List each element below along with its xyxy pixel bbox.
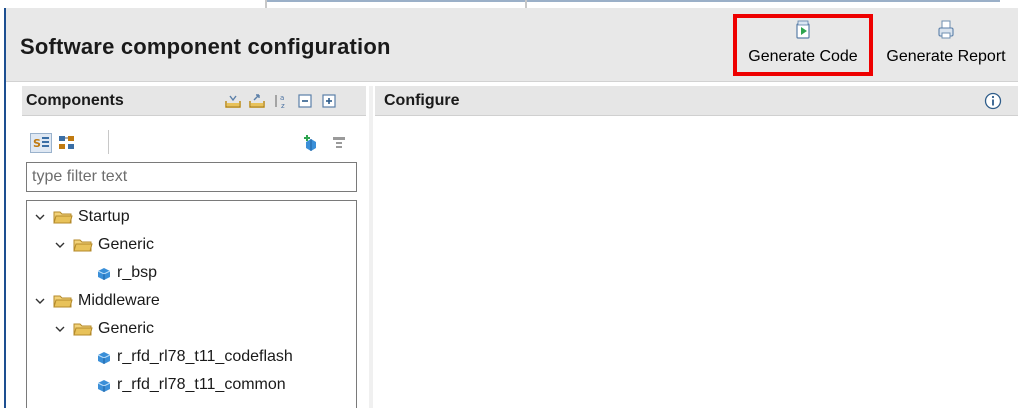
chevron-down-icon[interactable] — [33, 294, 47, 308]
svg-text:S: S — [33, 137, 41, 150]
info-icon[interactable] — [984, 92, 1002, 110]
generate-report-button[interactable]: Generate Report — [876, 14, 1016, 76]
generate-report-icon — [938, 20, 954, 39]
components-toolbar: a z — [224, 93, 338, 109]
tree-item-label: r_rfd_rl78_t11_common — [117, 376, 286, 393]
component-icon — [97, 380, 111, 392]
generate-report-label: Generate Report — [886, 48, 1006, 65]
software-view-icon[interactable]: S — [30, 133, 52, 153]
filter-input[interactable] — [26, 162, 357, 192]
components-title: Components — [26, 92, 124, 109]
folder-open-icon — [73, 323, 93, 336]
import-icon[interactable] — [224, 93, 242, 109]
folder-open-icon — [53, 211, 73, 224]
add-component-icon[interactable] — [302, 135, 320, 151]
folder-open-icon — [73, 239, 93, 252]
view-toggle-group: S — [30, 133, 78, 153]
components-view-toolbar: S — [22, 130, 366, 158]
tree-item-middleware[interactable]: Middleware — [33, 287, 160, 315]
generate-code-label: Generate Code — [748, 48, 858, 65]
component-icon — [97, 268, 111, 280]
configure-header: Configure — [375, 86, 1018, 116]
page-header: Software component configuration Generat… — [6, 8, 1018, 82]
configure-panel: Configure — [375, 86, 1018, 408]
components-header: Components a z — [22, 86, 366, 116]
tree-item-label: r_rfd_rl78_t11_codeflash — [117, 348, 293, 365]
tab-divider — [525, 0, 527, 8]
chevron-down-icon[interactable] — [33, 210, 47, 224]
editor-tab-line — [265, 0, 1000, 2]
panel-divider[interactable] — [369, 86, 373, 408]
component-tree: Startup Generic r_bsp Middleware Generic… — [26, 200, 357, 408]
tree-item-label: Generic — [98, 236, 155, 253]
tree-item-generic[interactable]: Generic — [53, 231, 154, 259]
svg-text:a: a — [280, 94, 284, 102]
tab-divider — [265, 0, 267, 8]
components-panel: Components a z S type filter text Startu… — [22, 86, 366, 408]
tree-item-r-bsp[interactable]: r_bsp — [95, 259, 157, 287]
remove-component-icon[interactable] — [330, 135, 348, 151]
folder-open-icon — [53, 295, 73, 308]
component-icon — [97, 352, 111, 364]
tree-item-label: r_bsp — [117, 264, 158, 281]
chevron-down-icon[interactable] — [53, 238, 67, 252]
sort-alphabetical-icon[interactable]: a z — [272, 93, 290, 109]
hardware-view-icon[interactable] — [56, 133, 78, 153]
tree-item-label: Middleware — [78, 292, 160, 309]
tree-item-startup[interactable]: Startup — [33, 203, 130, 231]
page-title: Software component configuration — [20, 34, 391, 59]
tree-item-label: Startup — [78, 208, 130, 225]
tree-item-label: Generic — [98, 320, 155, 337]
generate-code-icon — [796, 20, 810, 39]
tree-item-generic[interactable]: Generic — [53, 315, 154, 343]
svg-text:z: z — [281, 102, 285, 109]
chevron-down-icon[interactable] — [53, 322, 67, 336]
generate-code-button[interactable]: Generate Code — [733, 14, 873, 76]
collapse-all-icon[interactable] — [296, 93, 314, 109]
configure-title: Configure — [384, 92, 460, 109]
export-icon[interactable] — [248, 93, 266, 109]
tree-item-r-rfd-rl78-t11-codeflash[interactable]: r_rfd_rl78_t11_codeflash — [95, 343, 293, 371]
expand-all-icon[interactable] — [320, 93, 338, 109]
tree-item-r-rfd-rl78-t11-common[interactable]: r_rfd_rl78_t11_common — [95, 371, 286, 399]
component-actions — [302, 135, 348, 151]
toolbar-separator — [108, 130, 109, 154]
